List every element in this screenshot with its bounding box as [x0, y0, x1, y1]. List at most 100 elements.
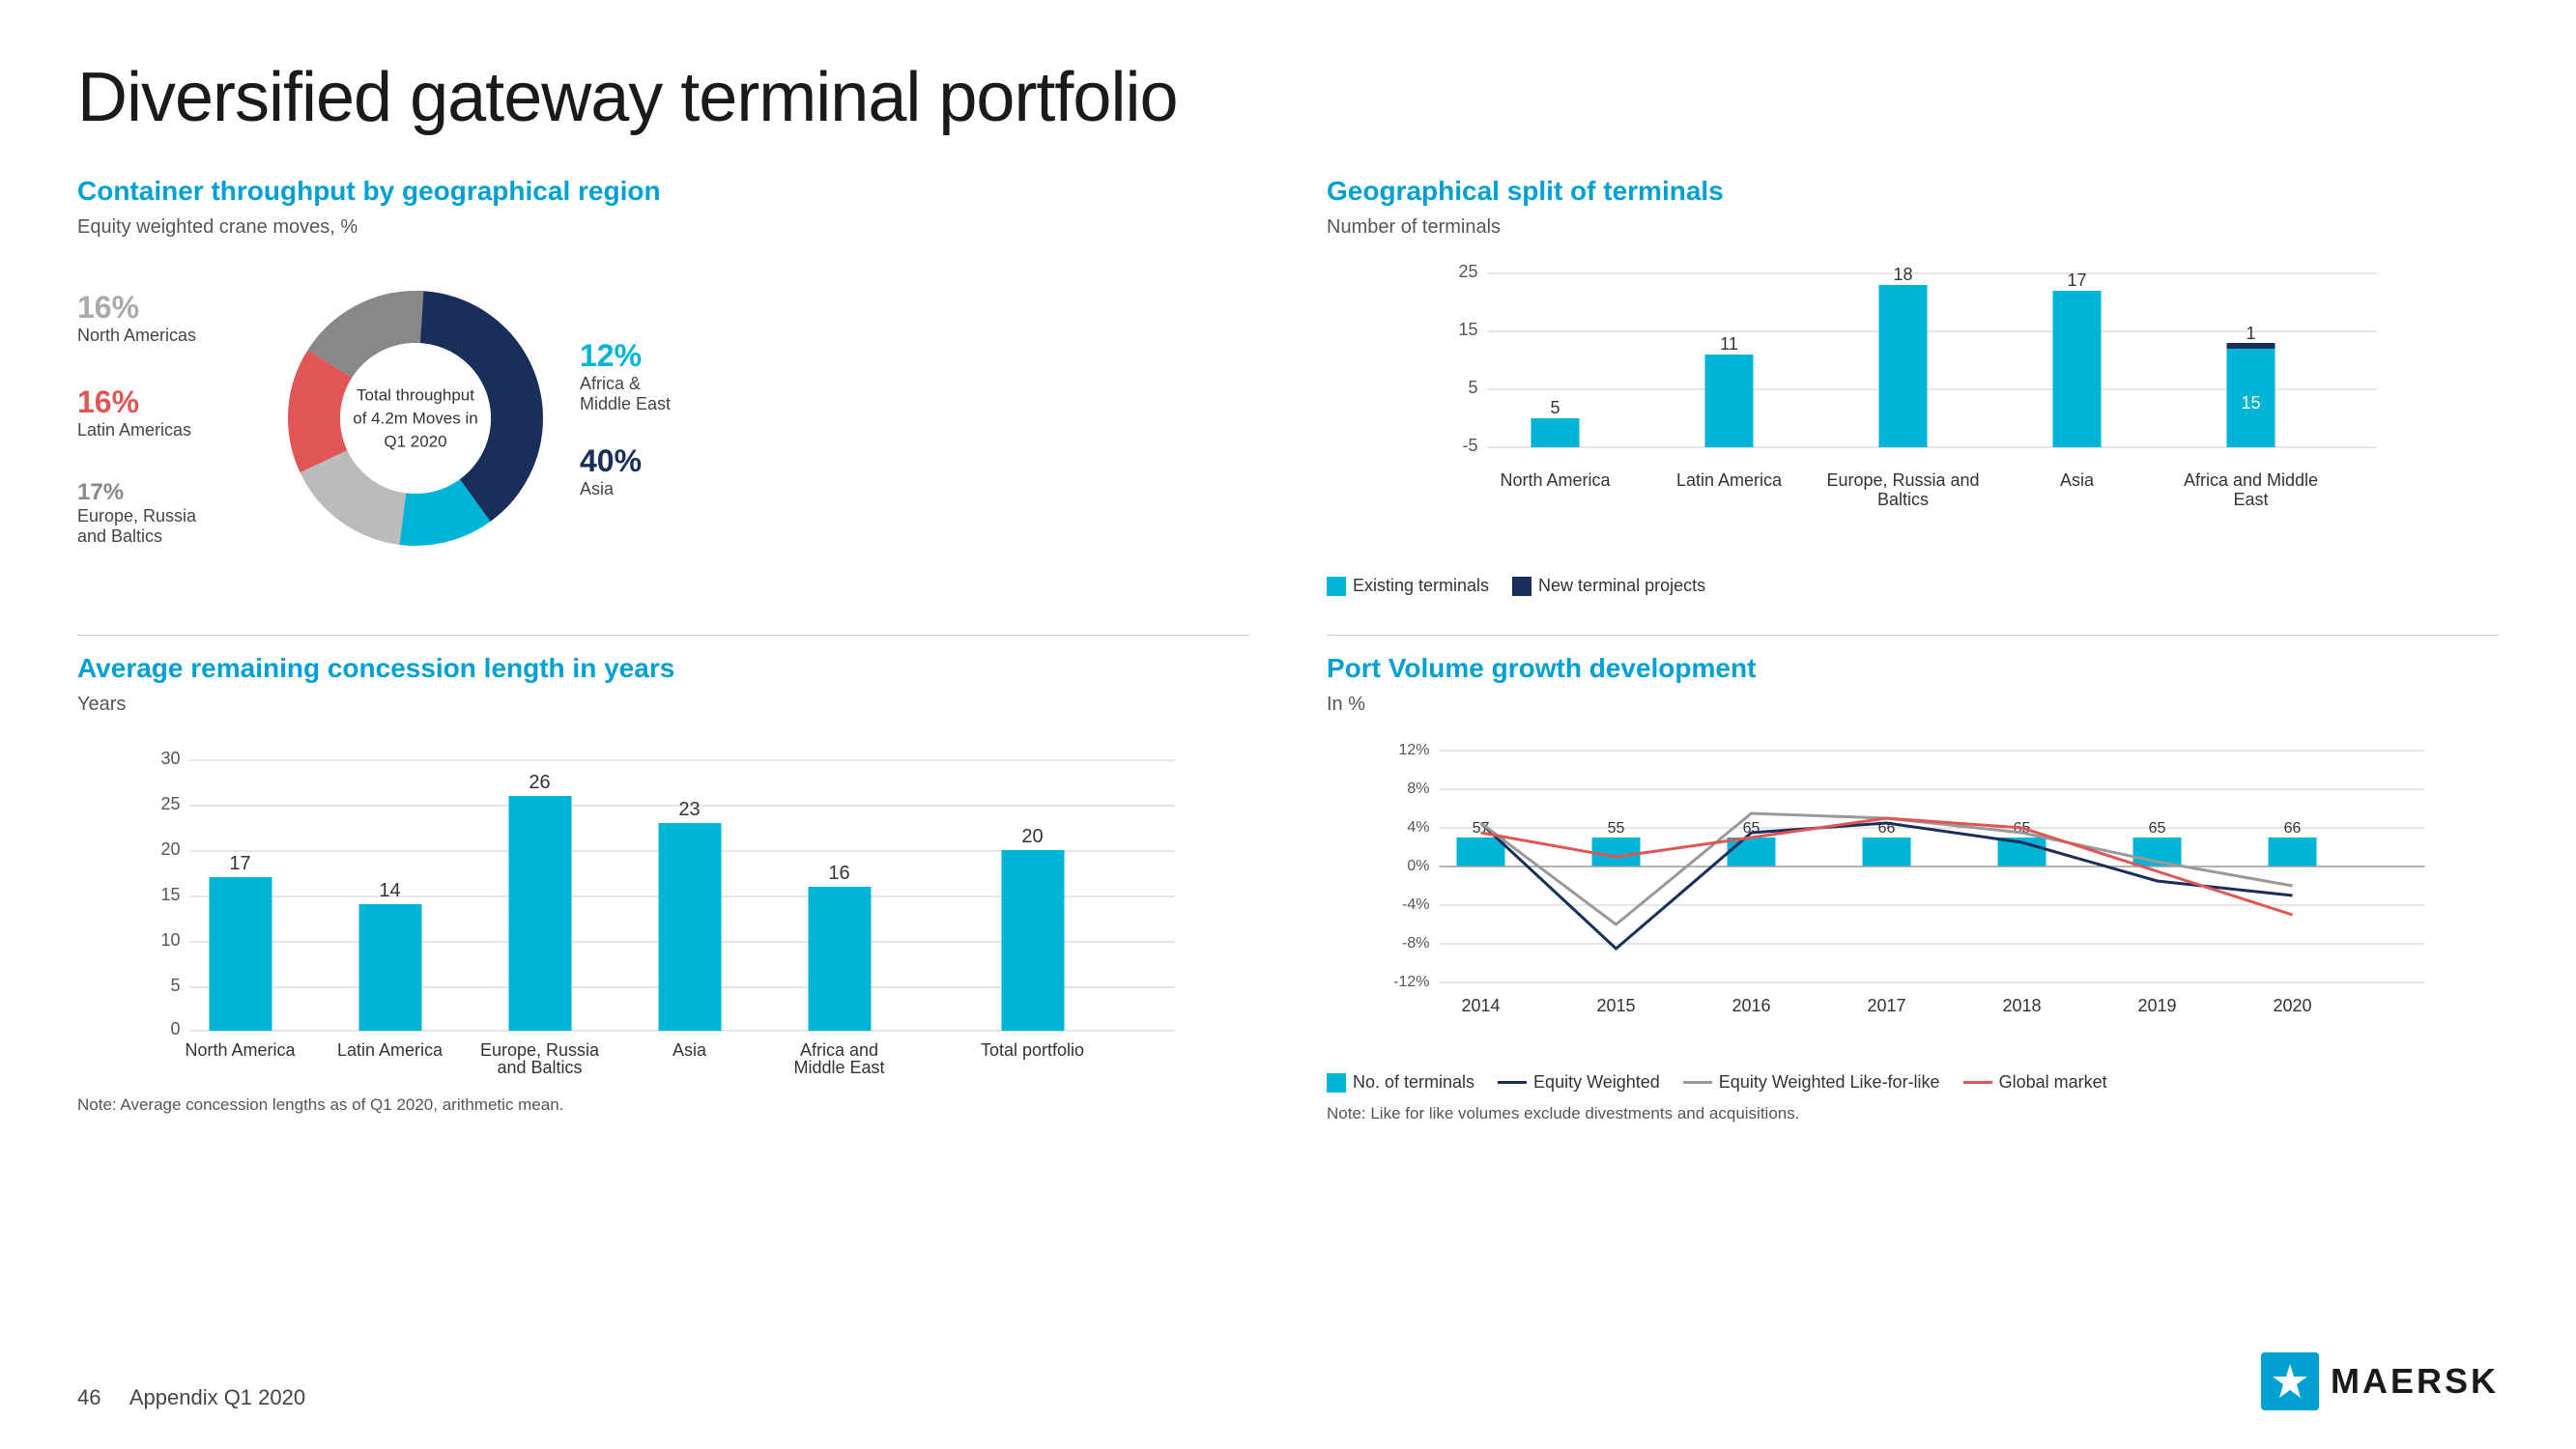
like-color [1683, 1081, 1712, 1084]
donut-subtitle: Equity weighted crane moves, % [77, 216, 1249, 239]
donut-section: Container throughput by geographical reg… [77, 176, 1249, 596]
donut-chart: Total throughput of 4.2m Moves in Q1 202… [271, 273, 560, 563]
svg-text:23: 23 [678, 799, 700, 820]
concession-section: Average remaining concession length in y… [77, 635, 1249, 1123]
footer-left: 46 Appendix Q1 2020 [77, 1385, 305, 1410]
main-grid: Container throughput by geographical reg… [77, 176, 2499, 1123]
svg-text:26: 26 [529, 772, 550, 793]
svg-text:North America: North America [185, 1040, 296, 1060]
appendix-label: Appendix Q1 2020 [129, 1385, 305, 1409]
svg-text:Middle East: Middle East [793, 1058, 884, 1077]
svg-text:Latin America: Latin America [337, 1040, 444, 1060]
geo-split-svg: 25 15 5 -5 5 11 18 17 15 [1327, 254, 2499, 563]
existing-color [1327, 577, 1346, 596]
svg-text:15: 15 [1458, 320, 1477, 339]
svg-text:-8%: -8% [1402, 935, 1429, 952]
svg-text:2015: 2015 [1596, 996, 1635, 1015]
svg-text:17: 17 [2067, 270, 2086, 290]
donut-title: Container throughput by geographical reg… [77, 176, 1249, 207]
svg-text:30: 30 [160, 749, 180, 768]
svg-text:East: East [2233, 490, 2268, 509]
global-color [1963, 1081, 1992, 1084]
north-americas-label: 16% North Americas [77, 290, 251, 346]
svg-text:14: 14 [379, 880, 400, 901]
svg-text:Latin America: Latin America [1676, 470, 1783, 490]
maersk-star-icon [2261, 1352, 2319, 1410]
port-volume-section: Port Volume growth development In % 12% … [1327, 635, 2499, 1123]
geo-split-chart: 25 15 5 -5 5 11 18 17 15 [1327, 254, 2499, 596]
svg-text:65: 65 [2149, 820, 2166, 837]
svg-text:and Baltics: and Baltics [497, 1058, 582, 1077]
svg-text:15: 15 [2241, 393, 2260, 412]
port-volume-chart: 12% 8% 4% 0% -4% -8% -12% 57 55 65 66 [1327, 731, 2499, 1123]
svg-text:2018: 2018 [2002, 996, 2041, 1015]
svg-text:-12%: -12% [1393, 974, 1429, 990]
svg-text:Africa and Middle: Africa and Middle [2184, 470, 2318, 490]
svg-text:8%: 8% [1407, 781, 1429, 797]
existing-terminals-legend: Existing terminals [1327, 576, 1489, 596]
svg-text:25: 25 [1458, 262, 1477, 281]
page-title: Diversified gateway terminal portfolio [77, 58, 2499, 137]
geo-split-legend: Existing terminals New terminal projects [1327, 576, 2499, 596]
svg-text:12%: 12% [1398, 742, 1429, 758]
svg-text:2020: 2020 [2273, 996, 2311, 1015]
port-volume-svg: 12% 8% 4% 0% -4% -8% -12% 57 55 65 66 [1327, 731, 2499, 1060]
equity-color [1498, 1081, 1527, 1084]
svg-text:4%: 4% [1407, 819, 1429, 836]
svg-text:2019: 2019 [2137, 996, 2176, 1015]
svg-text:18: 18 [1893, 265, 1912, 284]
svg-text:17: 17 [229, 853, 250, 874]
donut-right-labels: 12% Africa &Middle East 40% Asia [580, 338, 671, 499]
footer: 46 Appendix Q1 2020 MAERSK [77, 1352, 2499, 1410]
port-volume-legend: No. of terminals Equity Weighted Equity … [1327, 1072, 2499, 1093]
svg-text:Europe, Russia and: Europe, Russia and [1826, 470, 1979, 490]
svg-text:Africa and: Africa and [800, 1040, 878, 1060]
donut-left-labels: 16% North Americas 16% Latin Americas 17… [77, 290, 251, 547]
svg-text:North America: North America [1500, 470, 1611, 490]
maersk-logo: MAERSK [2261, 1352, 2499, 1410]
svg-text:-5: -5 [1462, 436, 1477, 455]
latin-americas-label: 16% Latin Americas [77, 384, 251, 440]
geo-split-title: Geographical split of terminals [1327, 176, 2499, 207]
new-projects-legend: New terminal projects [1512, 576, 1705, 596]
svg-text:Total portfolio: Total portfolio [981, 1040, 1084, 1060]
africa-label: 12% Africa &Middle East [580, 338, 671, 414]
svg-text:-4%: -4% [1402, 896, 1429, 913]
svg-text:15: 15 [160, 885, 180, 904]
concession-svg: 30 25 20 15 10 5 0 17 14 26 23 [77, 731, 1249, 1079]
svg-text:20: 20 [1021, 826, 1043, 847]
svg-text:5: 5 [1468, 378, 1477, 397]
geo-split-section: Geographical split of terminals Number o… [1327, 176, 2499, 596]
port-volume-title: Port Volume growth development [1327, 653, 2499, 684]
europe-label: 17% Europe, Russiaand Baltics [77, 479, 251, 547]
bar-color [1327, 1073, 1346, 1093]
svg-text:0%: 0% [1407, 858, 1429, 874]
equity-weighted-legend: Equity Weighted [1498, 1072, 1660, 1093]
concession-note: Note: Average concession lengths as of Q… [77, 1095, 1249, 1115]
svg-text:25: 25 [160, 794, 180, 813]
concession-ylabel: Years [77, 694, 1249, 716]
svg-text:2017: 2017 [1867, 996, 1905, 1015]
svg-text:55: 55 [1608, 820, 1625, 837]
svg-text:2016: 2016 [1732, 996, 1770, 1015]
donut-container: 16% North Americas 16% Latin Americas 17… [77, 254, 1249, 582]
asia-label: 40% Asia [580, 443, 671, 499]
svg-text:0: 0 [170, 1019, 180, 1038]
svg-text:11: 11 [1720, 334, 1738, 354]
svg-text:16: 16 [828, 863, 849, 884]
svg-text:1: 1 [2246, 324, 2255, 343]
concession-title: Average remaining concession length in y… [77, 653, 1249, 684]
no-terminals-legend: No. of terminals [1327, 1072, 1474, 1093]
svg-text:2014: 2014 [1461, 996, 1500, 1015]
svg-text:Europe, Russia: Europe, Russia [480, 1040, 600, 1060]
global-market-legend: Global market [1963, 1072, 2107, 1093]
svg-text:20: 20 [160, 839, 180, 859]
geo-split-subtitle: Number of terminals [1327, 216, 2499, 239]
new-color [1512, 577, 1531, 596]
svg-text:5: 5 [170, 976, 180, 995]
concession-chart: 30 25 20 15 10 5 0 17 14 26 23 [77, 731, 1249, 1084]
svg-text:10: 10 [160, 930, 180, 950]
port-volume-ylabel: In % [1327, 694, 2499, 716]
like-for-like-legend: Equity Weighted Like-for-like [1683, 1072, 1940, 1093]
donut-center-text: Total throughput of 4.2m Moves in Q1 202… [353, 384, 478, 452]
